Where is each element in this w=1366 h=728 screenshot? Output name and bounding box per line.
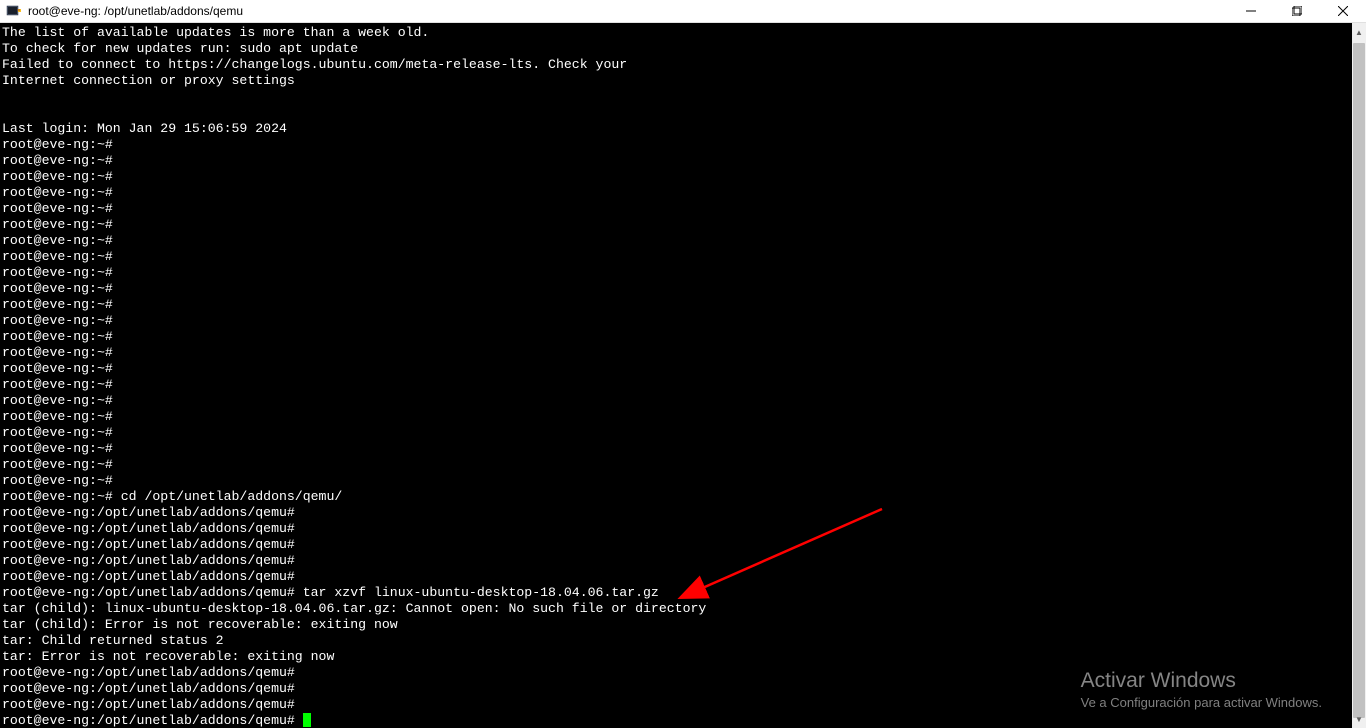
terminal-current-line: root@eve-ng:/opt/unetlab/addons/qemu# [2,713,1352,728]
terminal-line: root@eve-ng:~# [2,425,1352,441]
terminal-line: root@eve-ng:~# [2,441,1352,457]
terminal-line: root@eve-ng:~# [2,233,1352,249]
terminal-line: root@eve-ng:/opt/unetlab/addons/qemu# [2,505,1352,521]
terminal-line: root@eve-ng:/opt/unetlab/addons/qemu# [2,665,1352,681]
terminal-line: tar (child): linux-ubuntu-desktop-18.04.… [2,601,1352,617]
terminal-area: The list of available updates is more th… [0,23,1366,728]
scrollbar-thumb[interactable] [1353,43,1365,718]
terminal-line: root@eve-ng:~# [2,377,1352,393]
terminal-line: root@eve-ng:~# [2,153,1352,169]
window-title: root@eve-ng: /opt/unetlab/addons/qemu [28,4,243,18]
terminal-line: To check for new updates run: sudo apt u… [2,41,1352,57]
terminal-line: tar: Error is not recoverable: exiting n… [2,649,1352,665]
terminal-line: root@eve-ng:/opt/unetlab/addons/qemu# [2,681,1352,697]
terminal-line: root@eve-ng:~# [2,361,1352,377]
terminal-line: root@eve-ng:~# [2,473,1352,489]
terminal-line: root@eve-ng:~# cd /opt/unetlab/addons/qe… [2,489,1352,505]
terminal-line: root@eve-ng:~# [2,457,1352,473]
terminal-line: root@eve-ng:~# [2,169,1352,185]
terminal-line: tar (child): Error is not recoverable: e… [2,617,1352,633]
terminal-line: root@eve-ng:~# [2,137,1352,153]
terminal-line: root@eve-ng:/opt/unetlab/addons/qemu# [2,697,1352,713]
terminal-cursor [303,713,311,727]
terminal-line: root@eve-ng:/opt/unetlab/addons/qemu# [2,521,1352,537]
terminal-line: root@eve-ng:~# [2,281,1352,297]
terminal-line: root@eve-ng:~# [2,201,1352,217]
terminal-line: The list of available updates is more th… [2,25,1352,41]
terminal-line: Failed to connect to https://changelogs.… [2,57,1352,73]
terminal-line: root@eve-ng:~# [2,297,1352,313]
terminal-line: root@eve-ng:~# [2,265,1352,281]
terminal-line: tar: Child returned status 2 [2,633,1352,649]
terminal-line: root@eve-ng:~# [2,329,1352,345]
terminal-line: root@eve-ng:~# [2,217,1352,233]
terminal-line [2,105,1352,121]
terminal-line: root@eve-ng:~# [2,393,1352,409]
terminal-line: root@eve-ng:/opt/unetlab/addons/qemu# [2,569,1352,585]
terminal-line: Internet connection or proxy settings [2,73,1352,89]
terminal-line: root@eve-ng:~# [2,345,1352,361]
terminal[interactable]: The list of available updates is more th… [0,23,1352,728]
terminal-line: Last login: Mon Jan 29 15:06:59 2024 [2,121,1352,137]
terminal-line: root@eve-ng:~# [2,185,1352,201]
putty-icon [6,3,22,19]
scrollbar-down-icon[interactable]: ▼ [1352,712,1366,726]
window-controls [1228,0,1366,22]
maximize-button[interactable] [1274,0,1320,22]
terminal-line: root@eve-ng:/opt/unetlab/addons/qemu# [2,553,1352,569]
terminal-line: root@eve-ng:~# [2,313,1352,329]
scrollbar-up-icon[interactable]: ▲ [1352,25,1366,39]
terminal-line: root@eve-ng:~# [2,409,1352,425]
terminal-line: root@eve-ng:/opt/unetlab/addons/qemu# [2,537,1352,553]
close-button[interactable] [1320,0,1366,22]
minimize-button[interactable] [1228,0,1274,22]
terminal-line [2,89,1352,105]
terminal-line: root@eve-ng:/opt/unetlab/addons/qemu# ta… [2,585,1352,601]
vertical-scrollbar[interactable]: ▲ ▼ [1352,23,1366,728]
terminal-line: root@eve-ng:~# [2,249,1352,265]
window-titlebar: root@eve-ng: /opt/unetlab/addons/qemu [0,0,1366,23]
